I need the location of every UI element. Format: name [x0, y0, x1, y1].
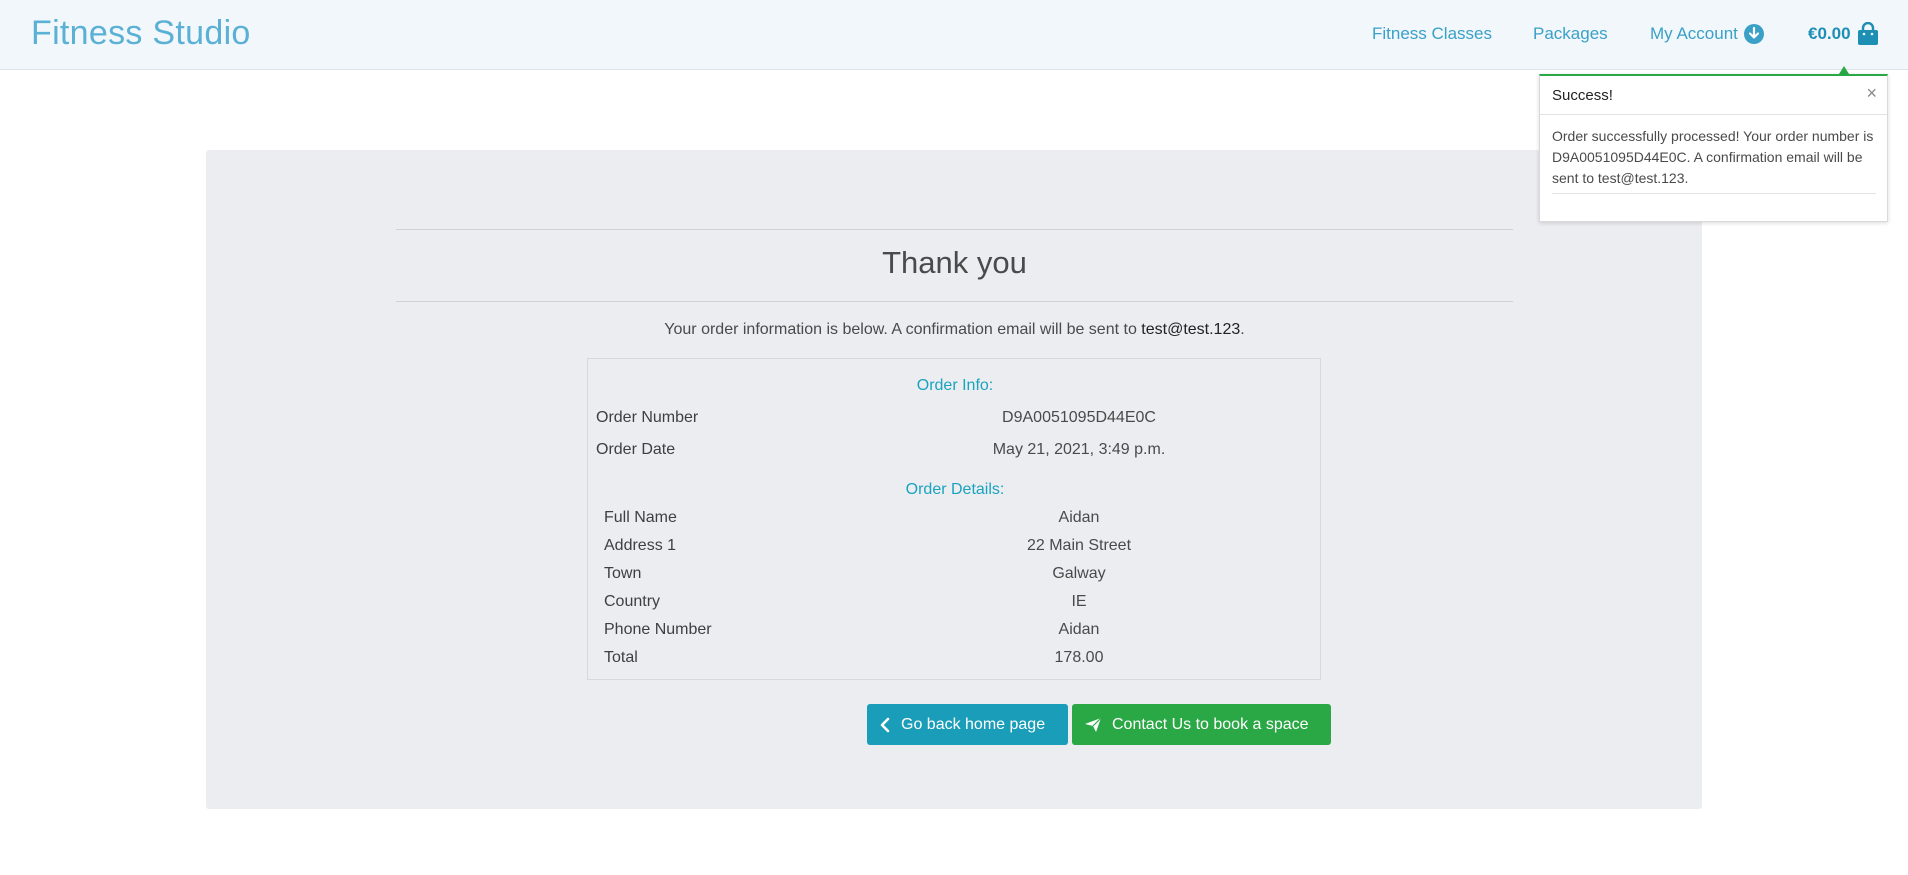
order-info-title: Order Info: — [916, 377, 994, 394]
contact-us-label: Contact Us to book a space — [1112, 715, 1309, 733]
total-label: Total — [604, 649, 638, 666]
divider — [396, 229, 1513, 230]
order-details-title: Order Details: — [905, 481, 1005, 498]
address-label: Address 1 — [604, 537, 677, 554]
confirmation-email: test@test.123 — [1141, 321, 1241, 338]
shopping-bag-icon[interactable] — [1857, 21, 1879, 51]
go-home-label: Go back home page — [901, 715, 1046, 733]
close-icon[interactable]: × — [1866, 83, 1877, 104]
contact-us-button[interactable]: Contact Us to book a space — [1072, 704, 1331, 745]
divider — [396, 301, 1513, 302]
nav-fitness-classes[interactable]: Fitness Classes — [1372, 24, 1492, 44]
total-value: 178.00 — [1054, 649, 1104, 666]
order-number-value: D9A0051095D44E0C — [1002, 409, 1156, 426]
toast-arrow — [1839, 66, 1849, 74]
nav-packages[interactable]: Packages — [1533, 24, 1608, 44]
intro-text: Your order information is below. A confi… — [664, 321, 1245, 338]
full-name-value: Aidan — [1058, 509, 1100, 526]
full-name-label: Full Name — [604, 509, 677, 526]
town-label: Town — [604, 565, 642, 582]
brand-logo[interactable]: Fitness Studio — [31, 14, 251, 53]
divider — [1552, 193, 1876, 194]
phone-label: Phone Number — [604, 621, 712, 638]
phone-value: Aidan — [1058, 621, 1100, 638]
order-date-value: May 21, 2021, 3:49 p.m. — [992, 441, 1166, 458]
cart-total[interactable]: €0.00 — [1808, 24, 1851, 44]
country-value: IE — [1071, 593, 1087, 610]
country-label: Country — [604, 593, 661, 610]
navbar: Fitness Studio — [0, 0, 1908, 70]
paper-plane-icon — [1085, 717, 1102, 732]
go-home-button[interactable]: Go back home page — [867, 704, 1068, 745]
order-date-label: Order Date — [596, 441, 676, 458]
nav-my-account[interactable]: My Account — [1650, 24, 1738, 44]
address-value: 22 Main Street — [1026, 537, 1132, 554]
toast-message: Order successfully processed! Your order… — [1552, 128, 1874, 186]
toast-title: Success! — [1552, 87, 1613, 104]
order-info-box: Order Info: Order Number D9A0051095D44E0… — [587, 358, 1321, 680]
town-value: Galway — [1052, 565, 1106, 582]
arrow-down-circle-icon[interactable] — [1744, 24, 1764, 44]
page-title: Thank you — [882, 245, 1027, 280]
chevron-left-icon — [880, 717, 890, 732]
order-number-label: Order Number — [596, 409, 699, 426]
divider — [1540, 114, 1887, 115]
success-toast: Success! × Order successfully processed!… — [1539, 74, 1888, 222]
